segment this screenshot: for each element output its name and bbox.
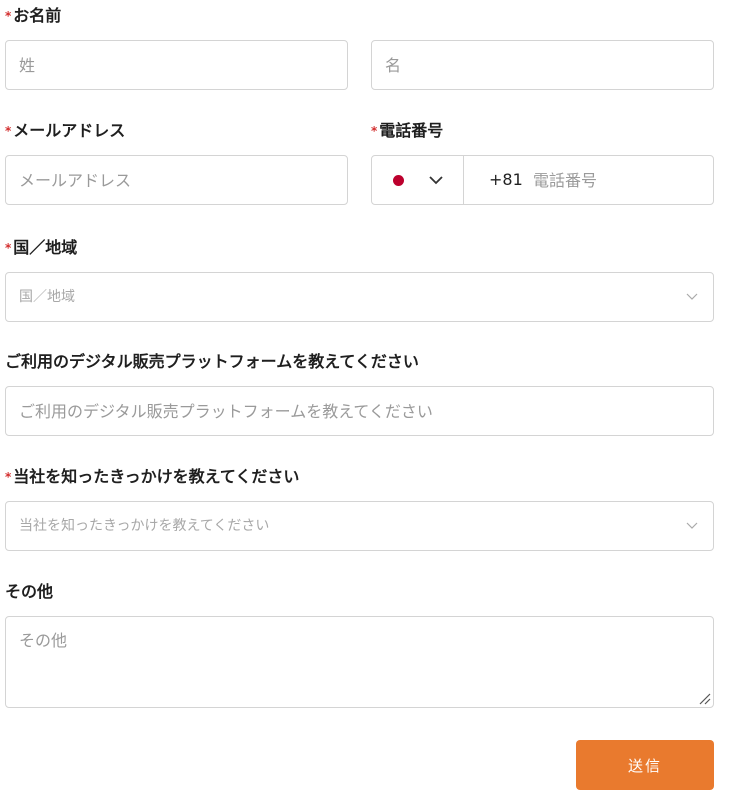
name-label-text: お名前 bbox=[13, 6, 62, 25]
email-label-text: メールアドレス bbox=[13, 121, 126, 140]
required-mark: * bbox=[5, 124, 12, 138]
phone-input[interactable] bbox=[525, 156, 713, 204]
email-label: * メールアドレス bbox=[5, 121, 125, 142]
phone-input-wrapper bbox=[525, 156, 713, 204]
last-name-field-wrapper bbox=[5, 40, 348, 90]
submit-button[interactable]: 送信 bbox=[576, 740, 714, 790]
chevron-down-icon bbox=[429, 176, 443, 185]
required-mark: * bbox=[371, 124, 378, 138]
source-select[interactable]: 当社を知ったきっかけを教えてください bbox=[5, 501, 714, 551]
phone-field-wrapper: +81 bbox=[371, 155, 714, 205]
country-code-select[interactable] bbox=[372, 156, 464, 204]
country-select[interactable]: 国／地域 bbox=[5, 272, 714, 322]
email-field-wrapper bbox=[5, 155, 348, 205]
platform-label-text: ご利用のデジタル販売プラットフォームを教えてください bbox=[5, 352, 419, 371]
other-label: その他 bbox=[5, 582, 53, 602]
email-input[interactable] bbox=[6, 156, 347, 204]
other-textarea[interactable] bbox=[6, 617, 713, 707]
last-name-input[interactable] bbox=[6, 41, 347, 89]
other-label-text: その他 bbox=[5, 582, 54, 601]
source-label: * 当社を知ったきっかけを教えてください bbox=[5, 467, 299, 488]
resize-handle-icon[interactable] bbox=[697, 691, 711, 705]
platform-field-wrapper bbox=[5, 386, 714, 436]
required-mark: * bbox=[5, 470, 12, 484]
phone-label-text: 電話番号 bbox=[379, 121, 444, 140]
name-label: * お名前 bbox=[5, 6, 61, 27]
first-name-field-wrapper bbox=[371, 40, 714, 90]
country-select-placeholder: 国／地域 bbox=[19, 289, 75, 305]
required-mark: * bbox=[5, 241, 12, 255]
dial-code: +81 bbox=[489, 170, 523, 189]
other-field-wrapper bbox=[5, 616, 714, 708]
contact-form: *お名前 *メールアドレス *電話番号 +81 *国／地域 国／地域 bbox=[0, 0, 729, 794]
source-label-text: 当社を知ったきっかけを教えてください bbox=[13, 467, 300, 486]
first-name-input[interactable] bbox=[372, 41, 713, 89]
required-mark: * bbox=[5, 9, 12, 23]
platform-label: ご利用のデジタル販売プラットフォームを教えてください bbox=[5, 352, 419, 372]
japan-flag-icon bbox=[393, 175, 404, 186]
chevron-down-icon bbox=[686, 522, 698, 529]
source-select-placeholder: 当社を知ったきっかけを教えてください bbox=[19, 518, 270, 534]
phone-label: * 電話番号 bbox=[371, 121, 443, 142]
country-label: * 国／地域 bbox=[5, 238, 77, 259]
platform-input[interactable] bbox=[6, 387, 713, 435]
country-label-text: 国／地域 bbox=[13, 238, 78, 257]
chevron-down-icon bbox=[686, 293, 698, 300]
